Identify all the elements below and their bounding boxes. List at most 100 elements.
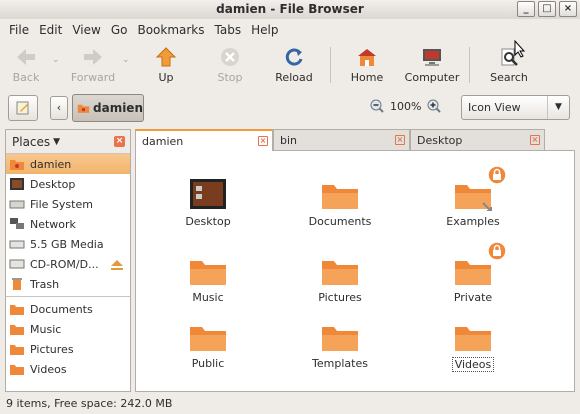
- sidebar-item-label: File System: [30, 197, 93, 211]
- computer-button[interactable]: Computer: [399, 41, 465, 84]
- sidebar-item-documents[interactable]: Documents: [6, 299, 130, 319]
- sidebar-item-network[interactable]: Network: [6, 214, 130, 234]
- drive-icon: [9, 200, 25, 209]
- minimize-button[interactable]: _: [517, 1, 535, 17]
- menu-view[interactable]: View: [67, 23, 105, 37]
- stop-button[interactable]: Stop: [198, 41, 262, 84]
- stop-icon: [219, 46, 241, 68]
- file-item-examples[interactable]: Examples: [431, 165, 515, 228]
- eject-icon[interactable]: [110, 259, 124, 271]
- sidebar-header[interactable]: Places ▼ ×: [6, 130, 130, 154]
- file-item-desktop[interactable]: Desktop: [166, 171, 250, 228]
- menu-file[interactable]: File: [4, 23, 34, 37]
- menu-go[interactable]: Go: [106, 23, 133, 37]
- tab-bin[interactable]: bin ×: [273, 129, 410, 150]
- breadcrumb-scroll-left-button[interactable]: ‹: [50, 96, 68, 120]
- view-mode-select[interactable]: Icon View ▼: [461, 95, 570, 120]
- folder-icon: [10, 305, 24, 315]
- home-label: Home: [350, 71, 384, 84]
- sidebar-item-label: Music: [30, 322, 62, 336]
- sidebar-item-desktop[interactable]: Desktop: [6, 174, 130, 194]
- menu-bookmarks[interactable]: Bookmarks: [132, 23, 209, 37]
- sidebar: Places ▼ × damien Desktop File System Ne…: [5, 129, 131, 392]
- tab-bar: damien × bin × Desktop ×: [135, 129, 545, 151]
- cdrom-icon: [9, 259, 25, 269]
- forward-history-chevron-icon[interactable]: ⌄: [122, 41, 134, 65]
- sidebar-item-label: 5.5 GB Media: [30, 237, 104, 251]
- reload-button[interactable]: Reload: [262, 41, 326, 84]
- up-button[interactable]: Up: [134, 41, 198, 84]
- folder-icon: [431, 313, 515, 353]
- home-folder-icon: [77, 104, 90, 113]
- sidebar-item-videos[interactable]: Videos: [6, 359, 130, 379]
- back-history-chevron-icon[interactable]: ⌄: [52, 41, 64, 65]
- sidebar-item-file-system[interactable]: File System: [6, 194, 130, 214]
- lock-icon: [487, 241, 507, 261]
- sidebar-item-damien[interactable]: damien: [6, 154, 130, 174]
- close-sidebar-button[interactable]: ×: [114, 136, 125, 147]
- file-item-templates[interactable]: Templates: [298, 313, 382, 370]
- menu-tabs[interactable]: Tabs: [210, 23, 247, 37]
- tab-damien[interactable]: damien ×: [135, 129, 273, 151]
- file-item-pictures[interactable]: Pictures: [298, 247, 382, 304]
- toolbar: Back ⌄ Forward ⌄ Up Stop Reload Home Com…: [0, 41, 580, 89]
- file-name: Templates: [312, 357, 368, 370]
- arrow-right-icon: [82, 46, 104, 68]
- reload-label: Reload: [275, 71, 313, 84]
- file-item-public[interactable]: Public: [166, 313, 250, 370]
- chevron-down-icon: ▼: [547, 96, 569, 119]
- sidebar-item-media[interactable]: 5.5 GB Media: [6, 234, 130, 254]
- menu-edit[interactable]: Edit: [34, 23, 67, 37]
- close-button[interactable]: ×: [559, 1, 577, 17]
- folder-icon: [298, 171, 382, 211]
- window-controls: _ □ ×: [517, 1, 577, 17]
- location-bar: ‹ damien 100% Icon View ▼: [0, 89, 580, 126]
- file-item-music[interactable]: Music: [166, 247, 250, 304]
- file-item-private[interactable]: Private: [431, 241, 515, 304]
- zoom-out-icon[interactable]: [370, 99, 384, 113]
- chevron-down-icon: ▼: [53, 136, 61, 147]
- file-item-documents[interactable]: Documents: [298, 171, 382, 228]
- sidebar-item-label: Desktop: [30, 177, 76, 191]
- file-name: Desktop: [185, 215, 231, 228]
- sidebar-divider: [6, 296, 130, 297]
- desktop-icon: [166, 171, 250, 211]
- view-mode-value: Icon View: [468, 101, 521, 114]
- folder-icon: [431, 241, 515, 287]
- tab-desktop[interactable]: Desktop ×: [410, 129, 545, 150]
- sidebar-item-cdrom[interactable]: CD-ROM/D...: [6, 254, 130, 274]
- toolbar-separator: [330, 47, 331, 83]
- back-button[interactable]: Back: [0, 41, 52, 84]
- sidebar-title: Places: [12, 134, 51, 149]
- menu-help[interactable]: Help: [246, 23, 283, 37]
- breadcrumb-damien[interactable]: damien: [72, 94, 144, 122]
- title-bar: damien - File Browser _ □ ×: [0, 0, 580, 19]
- close-tab-icon[interactable]: ×: [395, 135, 405, 145]
- folder-icon: [166, 247, 250, 287]
- menu-bar: File Edit View Go Bookmarks Tabs Help: [0, 19, 580, 41]
- breadcrumb-label: damien: [93, 101, 143, 115]
- search-button[interactable]: Search: [474, 41, 544, 84]
- sidebar-item-music[interactable]: Music: [6, 319, 130, 339]
- reload-icon: [283, 46, 305, 68]
- close-tab-icon[interactable]: ×: [530, 135, 540, 145]
- sidebar-item-pictures[interactable]: Pictures: [6, 339, 130, 359]
- file-view: Desktop Documents Examples Music Picture…: [135, 150, 575, 392]
- toolbar-separator: [469, 47, 470, 83]
- sidebar-item-label: Pictures: [30, 342, 74, 356]
- mouse-cursor-icon: [514, 40, 526, 58]
- file-item-videos[interactable]: Videos: [431, 313, 515, 372]
- zoom-in-icon[interactable]: [427, 99, 442, 113]
- forward-button[interactable]: Forward: [64, 41, 122, 84]
- desktop-icon: [10, 178, 24, 190]
- trash-icon: [12, 278, 22, 290]
- arrow-left-icon: [15, 46, 37, 68]
- close-tab-icon[interactable]: ×: [258, 136, 268, 146]
- folder-icon: [298, 313, 382, 353]
- sidebar-item-label: CD-ROM/D...: [30, 257, 99, 271]
- up-label: Up: [158, 71, 174, 84]
- edit-location-button[interactable]: [8, 95, 38, 121]
- home-button[interactable]: Home: [335, 41, 399, 84]
- maximize-button[interactable]: □: [538, 1, 556, 17]
- sidebar-item-trash[interactable]: Trash: [6, 274, 130, 294]
